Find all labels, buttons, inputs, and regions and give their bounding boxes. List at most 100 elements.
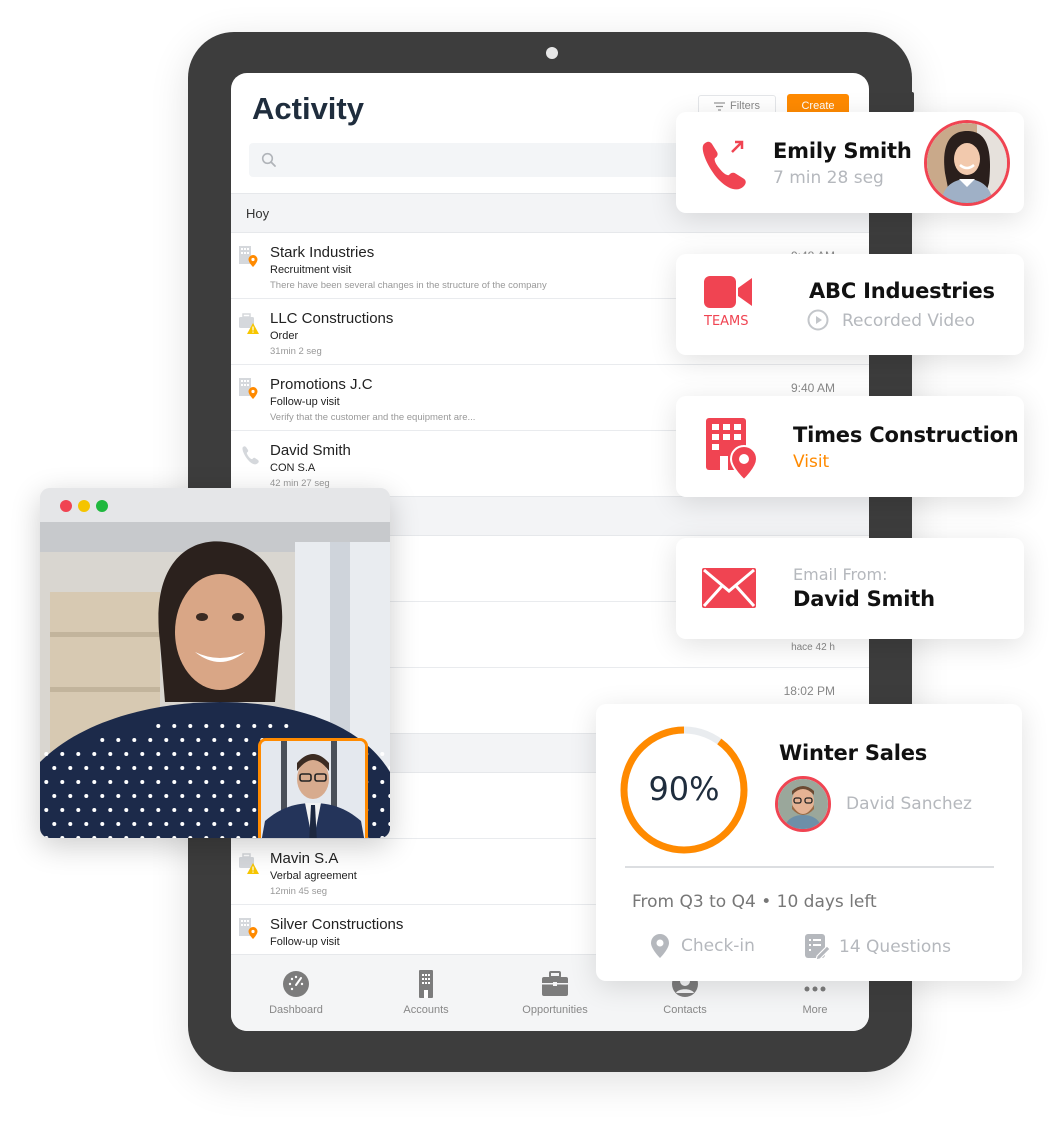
shirt-dot bbox=[100, 794, 105, 798]
briefcase-icon bbox=[542, 971, 568, 996]
shirt-dot bbox=[52, 766, 57, 770]
shirt-dot bbox=[180, 822, 185, 826]
activity-subtitle: Verbal agreement bbox=[270, 870, 357, 882]
activity-subtitle: Follow-up visit bbox=[270, 936, 340, 948]
activity-subtitle: Recruitment visit bbox=[270, 264, 352, 276]
nav-accounts[interactable]: Accounts bbox=[371, 969, 481, 1016]
questions-label: 14 Questions bbox=[839, 937, 951, 957]
call-card[interactable]: Emily Smith 7 min 28 seg bbox=[676, 112, 1024, 213]
shirt-dot bbox=[108, 808, 113, 812]
shirt-dot bbox=[188, 808, 193, 812]
shirt-dot bbox=[252, 724, 257, 728]
progress-label: 90% bbox=[648, 770, 720, 808]
shirt-dot bbox=[196, 822, 201, 826]
activity-title: David Smith bbox=[270, 442, 351, 459]
main-video-feed bbox=[40, 522, 390, 838]
nav-opportunities[interactable]: Opportunities bbox=[500, 969, 610, 1016]
shirt-dot bbox=[284, 724, 289, 728]
checkin-button[interactable]: Check-in bbox=[651, 934, 755, 958]
visit-type: Visit bbox=[793, 452, 830, 472]
shirt-dot bbox=[164, 794, 169, 798]
activity-title: Stark Industries bbox=[270, 244, 375, 261]
shirt-dot bbox=[180, 738, 185, 742]
shirt-dot bbox=[252, 752, 257, 756]
shirt-dot bbox=[268, 724, 273, 728]
nav-label: More bbox=[802, 1004, 828, 1016]
shirt-dot bbox=[172, 780, 177, 784]
activity-title: Silver Constructions bbox=[270, 916, 404, 933]
shirt-dot bbox=[380, 752, 385, 756]
shirt-dot bbox=[92, 808, 97, 812]
goal-owner: David Sanchez bbox=[846, 794, 972, 814]
nav-label: Dashboard bbox=[269, 1004, 323, 1016]
shirt-dot bbox=[244, 794, 249, 798]
shirt-dot bbox=[212, 766, 217, 770]
shirt-dot bbox=[164, 738, 169, 742]
shirt-dot bbox=[156, 752, 161, 756]
shirt-dot bbox=[164, 766, 169, 770]
activity-meta: Verify that the customer and the equipme… bbox=[270, 412, 476, 423]
self-view-photo-icon bbox=[261, 741, 365, 838]
questions-button[interactable]: 14 Questions bbox=[805, 934, 951, 960]
shirt-dot bbox=[252, 780, 257, 784]
shirt-dot bbox=[60, 752, 65, 756]
shirt-dot bbox=[92, 780, 97, 784]
shirt-dot bbox=[132, 794, 137, 798]
activity-meta: 12min 45 seg bbox=[270, 886, 328, 897]
close-window-button[interactable] bbox=[60, 500, 72, 512]
maximize-window-button[interactable] bbox=[96, 500, 108, 512]
phone-icon bbox=[242, 446, 259, 465]
divider bbox=[625, 866, 994, 868]
shirt-dot bbox=[372, 766, 377, 770]
activity-title: Promotions J.C bbox=[270, 376, 373, 393]
shirt-dot bbox=[236, 808, 241, 812]
video-call-window[interactable] bbox=[40, 488, 390, 838]
shirt-dot bbox=[44, 780, 49, 784]
shirt-dot bbox=[68, 766, 73, 770]
sales-goal-card[interactable]: 90% Winter Sales David Sanchez From Q3 t… bbox=[596, 704, 1022, 981]
shirt-dot bbox=[60, 808, 65, 812]
envelope-icon bbox=[702, 568, 756, 608]
shirt-dot bbox=[204, 752, 209, 756]
minimize-window-button[interactable] bbox=[78, 500, 90, 512]
shirt-dot bbox=[100, 822, 105, 826]
visit-card[interactable]: Times Construction Visit bbox=[676, 396, 1024, 497]
teams-card[interactable]: TEAMS ABC Induestries Recorded Video bbox=[676, 254, 1024, 355]
shirt-dot bbox=[204, 808, 209, 812]
shirt-dot bbox=[380, 780, 385, 784]
shirt-dot bbox=[236, 780, 241, 784]
shirt-dot bbox=[236, 724, 241, 728]
nav-label: Opportunities bbox=[522, 1004, 588, 1016]
activity-time: 18:02 PM bbox=[783, 684, 835, 698]
caller-name: Emily Smith bbox=[773, 139, 912, 163]
survey-edit-icon bbox=[805, 934, 831, 960]
search-icon bbox=[261, 152, 276, 167]
shirt-dot bbox=[44, 752, 49, 756]
shirt-dot bbox=[68, 794, 73, 798]
teams-status: Recorded Video bbox=[842, 311, 976, 331]
shirt-dot bbox=[188, 780, 193, 784]
shirt-dot bbox=[188, 724, 193, 728]
activity-meta: 31min 2 seg bbox=[270, 346, 322, 357]
shirt-dot bbox=[124, 752, 129, 756]
activity-time: hace 42 h bbox=[791, 642, 835, 653]
building-location-icon bbox=[239, 378, 258, 399]
shirt-dot bbox=[68, 822, 73, 826]
shirt-dot bbox=[180, 794, 185, 798]
shirt-dot bbox=[148, 766, 153, 770]
shirt-dot bbox=[156, 724, 161, 728]
shirt-dot bbox=[236, 752, 241, 756]
shirt-dot bbox=[228, 766, 233, 770]
shirt-dot bbox=[244, 738, 249, 742]
nav-dashboard[interactable]: Dashboard bbox=[241, 969, 351, 1016]
shirt-dot bbox=[196, 794, 201, 798]
email-card[interactable]: Email From: David Smith bbox=[676, 538, 1024, 639]
shirt-dot bbox=[172, 808, 177, 812]
shirt-dot bbox=[212, 738, 217, 742]
call-duration: 7 min 28 seg bbox=[773, 168, 884, 188]
shirt-dot bbox=[148, 738, 153, 742]
shirt-dot bbox=[244, 766, 249, 770]
shirt-dot bbox=[116, 794, 121, 798]
shirt-dot bbox=[156, 808, 161, 812]
shirt-dot bbox=[124, 780, 129, 784]
